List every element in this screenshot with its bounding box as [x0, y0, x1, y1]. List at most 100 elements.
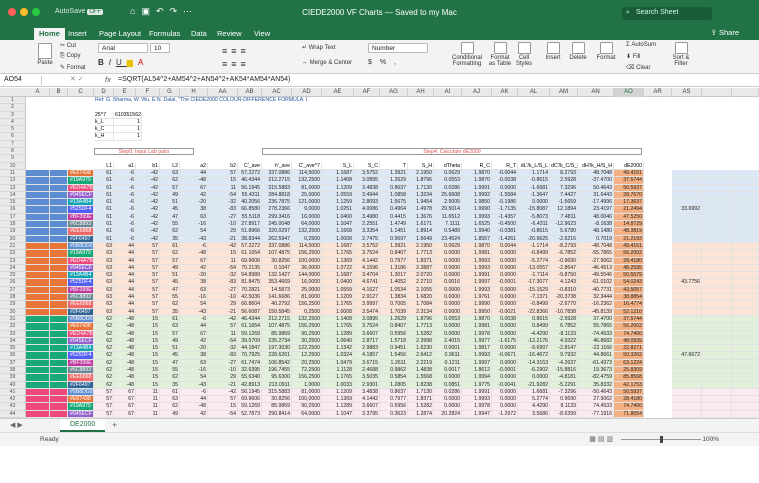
data-cell[interactable]: -83	[208, 352, 238, 360]
data-cell[interactable]: -5.8073	[518, 213, 550, 222]
data-cell[interactable]: -82.4759	[578, 374, 614, 382]
data-cell[interactable]: 44	[114, 257, 136, 265]
data-cell[interactable]: 5.6780	[550, 228, 578, 236]
share-button[interactable]: ⇪ Share	[711, 28, 739, 37]
column-title[interactable]: h'_ave	[262, 162, 292, 170]
data-cell[interactable]: 56.2002	[614, 250, 644, 258]
data-cell[interactable]: 1.6681	[518, 388, 550, 397]
data-cell[interactable]: 30.8256	[262, 257, 292, 265]
data-cell[interactable]: 1.1209	[322, 294, 354, 302]
data-cell[interactable]: 0.7977	[380, 257, 408, 265]
data-cell[interactable]: 62	[94, 337, 114, 346]
data-cell[interactable]: -12.9623	[550, 221, 578, 229]
data-cell[interactable]: 1.1451	[380, 228, 408, 236]
data-cell[interactable]: -54	[208, 410, 238, 418]
row-header[interactable]: 11	[0, 169, 26, 178]
cell[interactable]	[702, 337, 732, 346]
column-title[interactable]: S_C	[354, 162, 380, 170]
data-cell[interactable]: 1.9947	[462, 410, 492, 418]
fill-button[interactable]: ⬇ Fill	[626, 53, 640, 60]
data-cell[interactable]: 62	[160, 250, 180, 258]
data-cell[interactable]: 2.3887	[408, 264, 434, 273]
data-cell[interactable]: 0.0553	[434, 315, 462, 324]
data-cell[interactable]: 0.0000	[492, 323, 518, 331]
data-cell[interactable]: -15.1529	[518, 286, 550, 295]
data-cell[interactable]: 63	[180, 286, 208, 295]
hex-color-label[interactable]: #BF399E	[68, 286, 94, 295]
font-color-icon[interactable]: A	[138, 58, 148, 67]
data-cell[interactable]: 4.1442	[354, 257, 380, 265]
data-cell[interactable]: 52.7873	[238, 410, 262, 418]
row-header[interactable]: 38	[0, 366, 26, 375]
data-cell[interactable]: 1.7713	[408, 250, 434, 258]
tab-insert[interactable]: Insert	[68, 29, 87, 38]
cell[interactable]	[702, 264, 732, 273]
data-cell[interactable]: 1.1668	[322, 228, 354, 236]
data-cell[interactable]: -48	[114, 330, 136, 338]
data-cell[interactable]: 54.0243	[614, 279, 644, 287]
format-as-table-button[interactable]: Format as Table	[487, 42, 513, 67]
row-header[interactable]: 36	[0, 352, 26, 360]
average-cell[interactable]: 47.6672	[672, 352, 702, 360]
data-cell[interactable]: 57	[136, 250, 160, 258]
column-title[interactable]: dE2000	[614, 162, 644, 170]
cell[interactable]	[702, 184, 732, 192]
data-cell[interactable]: 37.4700	[578, 315, 614, 324]
cell[interactable]	[732, 184, 759, 192]
data-cell[interactable]: -21.9282	[518, 381, 550, 389]
row-header[interactable]: 16	[0, 206, 26, 214]
fill-color-icon[interactable]: ▆	[127, 58, 138, 67]
data-cell[interactable]: 67	[114, 403, 136, 411]
data-cell[interactable]: 5.2774	[518, 396, 550, 404]
data-cell[interactable]: 74.7400	[614, 403, 644, 411]
column-header-c[interactable]: C	[68, 88, 94, 97]
data-cell[interactable]: 0.9611	[434, 352, 462, 360]
data-cell[interactable]: 48.7048	[578, 169, 614, 178]
data-cell[interactable]: 25.6608	[434, 191, 462, 200]
data-cell[interactable]: 1.2874	[408, 410, 434, 418]
data-cell[interactable]: 32.6395	[238, 366, 262, 375]
hex-color-label[interactable]: #13A4B4	[68, 199, 94, 207]
data-cell[interactable]: 0.0000	[492, 301, 518, 309]
data-cell[interactable]: 1.1259	[322, 199, 354, 207]
data-cell[interactable]: 4.1627	[354, 286, 380, 295]
cell[interactable]	[732, 315, 759, 324]
data-cell[interactable]: 74.7400	[614, 330, 644, 338]
data-cell[interactable]: -74.4533	[578, 330, 614, 338]
data-cell[interactable]: 0.0000	[492, 403, 518, 411]
hex-color-label[interactable]: #13A4B4	[68, 345, 94, 353]
data-cell[interactable]: -27.9062	[578, 257, 614, 265]
cell[interactable]	[732, 177, 759, 185]
row-header[interactable]: 28	[0, 294, 26, 302]
data-cell[interactable]: 55	[160, 366, 180, 375]
param-value[interactable]: 1	[114, 126, 142, 134]
average-cell[interactable]	[672, 272, 702, 280]
data-cell[interactable]: 15	[136, 345, 160, 353]
clear-button[interactable]: ⌫ Clear	[626, 64, 651, 71]
data-cell[interactable]: 44	[114, 308, 136, 316]
row-header[interactable]: 4	[0, 118, 26, 127]
data-cell[interactable]: 62	[94, 374, 114, 382]
data-cell[interactable]: 54	[180, 301, 208, 309]
data-cell[interactable]: 0.0000	[492, 388, 518, 397]
data-cell[interactable]: 69.9606	[238, 257, 262, 265]
paste-button[interactable]: Paste	[34, 43, 56, 66]
data-cell[interactable]: 1.1209	[322, 184, 354, 192]
data-cell[interactable]: 0.0000	[492, 345, 518, 353]
data-cell[interactable]: 2.9301	[354, 381, 380, 389]
data-cell[interactable]: 50.5579	[614, 272, 644, 280]
data-cell[interactable]: 1.7713	[408, 323, 434, 331]
data-cell[interactable]: 57.2272	[238, 169, 262, 178]
group-color-swatch[interactable]	[26, 242, 50, 251]
data-cell[interactable]: -0.4500	[492, 221, 518, 229]
data-cell[interactable]: 0.3623	[380, 410, 408, 418]
data-cell[interactable]: 49	[160, 264, 180, 273]
data-cell[interactable]: 2.6412	[408, 352, 434, 360]
underline-icon[interactable]: U	[116, 58, 127, 67]
tab-data[interactable]: Data	[191, 29, 207, 38]
data-cell[interactable]: 1.0008	[322, 308, 354, 316]
group-color-swatch[interactable]	[26, 294, 50, 302]
data-cell[interactable]: 95.6300	[262, 374, 292, 382]
data-cell[interactable]: -4.2637	[550, 359, 578, 367]
group-color-swatch[interactable]	[26, 272, 50, 280]
